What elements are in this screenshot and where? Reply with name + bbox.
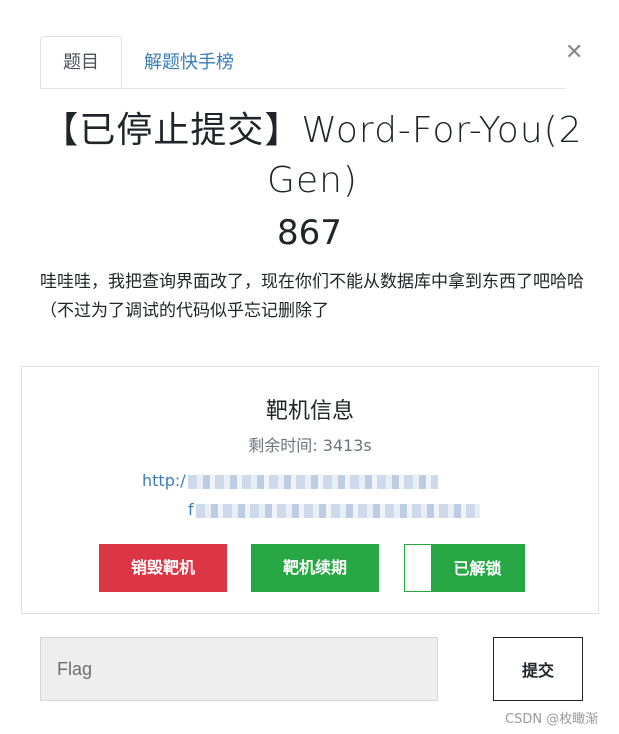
challenge-score: 867 [277, 213, 342, 253]
unlocked-label: 已解锁 [453, 559, 502, 578]
redacted-url-blur [187, 474, 438, 489]
watermark: CSDN @枚瞰渐 [505, 712, 599, 727]
redacted-url-blur [195, 503, 480, 518]
submit-flag-button[interactable]: 提交 [493, 637, 583, 701]
toggle-knob [405, 545, 431, 591]
target-url-prefix-2: f [188, 500, 194, 519]
destroy-target-button[interactable]: 销毁靶机 [99, 544, 227, 592]
target-info-title: 靶机信息 [265, 399, 354, 424]
tab-challenge[interactable]: 题目 [40, 36, 122, 88]
tab-leaderboard[interactable]: 解题快手榜 [144, 36, 234, 88]
challenge-title: 【已停止提交】Word-For-You(2 Gen) [42, 110, 583, 201]
challenge-tabs: 题目 解题快手榜 [40, 36, 565, 89]
close-icon[interactable]: ✕ [565, 40, 583, 65]
flag-input[interactable] [40, 637, 438, 701]
renew-target-button[interactable]: 靶机续期 [251, 544, 379, 592]
remaining-time: 剩余时间: 3413s [248, 436, 372, 455]
target-url-prefix-1: http:/ [142, 471, 186, 490]
target-url-line-1[interactable]: http:/ [142, 471, 480, 490]
target-info-panel: 靶机信息 剩余时间: 3413s http:/ f 销毁靶机 靶机续期 已解锁 [21, 366, 599, 614]
target-url-line-2[interactable]: f [142, 500, 480, 519]
unlocked-toggle[interactable]: 已解锁 [404, 544, 525, 592]
challenge-description: 哇哇哇，我把查询界面改了，现在你们不能从数据库中拿到东西了吧哈哈（不过为了调试的… [40, 272, 584, 321]
